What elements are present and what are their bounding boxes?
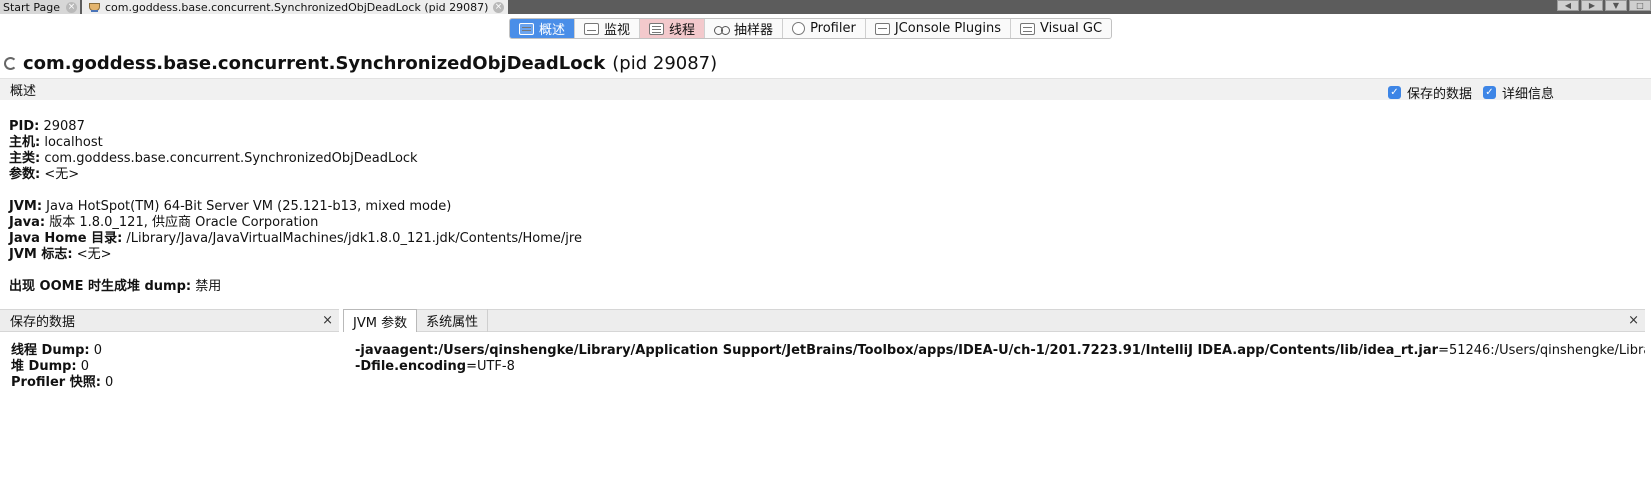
close-icon[interactable]: × bbox=[493, 2, 504, 13]
scroll-left-icon[interactable]: ◀ bbox=[1557, 0, 1579, 11]
tab-label: com.goddess.base.concurrent.Synchronized… bbox=[105, 0, 489, 14]
monitor-icon bbox=[584, 22, 600, 35]
tab-label: Profiler bbox=[810, 21, 856, 36]
info-value: localhost bbox=[40, 135, 103, 150]
tab-start-page[interactable]: Start Page × bbox=[0, 0, 80, 14]
info-value: com.goddess.base.concurrent.Synchronized… bbox=[40, 151, 418, 166]
checkbox-label: 保存的数据 bbox=[1407, 87, 1473, 102]
document-tab-strip: Start Page × com.goddess.base.concurrent… bbox=[0, 0, 1651, 14]
arg-key: -javaagent:/Users/qinshengke/Library/App… bbox=[355, 343, 1439, 358]
jvm-arg-row: -javaagent:/Users/qinshengke/Library/App… bbox=[355, 343, 1645, 359]
saved-data-list: 线程 Dump: 0 堆 Dump: 0 Profiler 快照: 0 bbox=[11, 343, 113, 391]
tab-label: Visual GC bbox=[1039, 21, 1103, 36]
info-value: <无> bbox=[40, 167, 80, 182]
view-toolbar: 概述 监视 线程 抽样器 Profiler JConsole Plugins V… bbox=[509, 18, 1113, 39]
tab-sampler[interactable]: 抽样器 bbox=[705, 19, 784, 38]
close-icon[interactable]: × bbox=[322, 313, 333, 328]
info-value: 29087 bbox=[39, 119, 85, 134]
row-label: 堆 Dump: bbox=[11, 359, 77, 374]
saved-data-pane-header: 保存的数据 × bbox=[0, 309, 339, 332]
info-value: 禁用 bbox=[191, 279, 222, 294]
tab-visual-gc[interactable]: Visual GC bbox=[1011, 19, 1111, 38]
section-label: 概述 bbox=[10, 84, 37, 99]
info-label: JVM: bbox=[9, 199, 43, 214]
info-row-args: 参数: <无> bbox=[9, 167, 582, 183]
details-checkbox[interactable]: ✓ 详细信息 bbox=[1483, 83, 1554, 102]
info-label: 主类: bbox=[9, 151, 41, 166]
tab-label: 概述 bbox=[539, 23, 566, 38]
thread-dump-row: 线程 Dump: 0 bbox=[11, 343, 113, 359]
overview-section-bar: 概述 ✓ 保存的数据 ✓ 详细信息 bbox=[0, 78, 1651, 102]
loading-spinner-icon bbox=[4, 56, 17, 70]
info-row-host: 主机: localhost bbox=[9, 135, 582, 151]
pid-text: (pid 29087) bbox=[612, 52, 718, 74]
info-row-main-class: 主类: com.goddess.base.concurrent.Synchron… bbox=[9, 151, 582, 167]
info-label: Java Home 目录: bbox=[9, 231, 123, 246]
pane-title: 保存的数据 bbox=[10, 315, 76, 330]
close-icon[interactable]: × bbox=[1628, 313, 1639, 328]
info-value: Java HotSpot(TM) 64-Bit Server VM (25.12… bbox=[42, 199, 452, 214]
stopwatch-icon bbox=[792, 22, 806, 35]
info-label: 主机: bbox=[9, 135, 41, 150]
info-label: JVM 标志: bbox=[9, 247, 73, 262]
info-value: /Library/Java/JavaVirtualMachines/jdk1.8… bbox=[122, 231, 582, 246]
heap-dump-row: 堆 Dump: 0 bbox=[11, 359, 113, 375]
overview-icon bbox=[519, 22, 534, 35]
arg-value: =51246:/Users/qinshengke/Library/A bbox=[1438, 343, 1645, 358]
tab-system-properties[interactable]: 系统属性 bbox=[417, 309, 489, 332]
profiler-snapshot-row: Profiler 快照: 0 bbox=[11, 375, 113, 391]
threads-icon bbox=[649, 22, 665, 35]
jconsole-icon bbox=[874, 22, 890, 35]
close-icon[interactable]: × bbox=[66, 2, 77, 13]
tab-label: 抽样器 bbox=[734, 23, 774, 38]
info-label: 参数: bbox=[9, 167, 41, 182]
dropdown-icon[interactable]: ▼ bbox=[1605, 0, 1627, 11]
jvm-arg-row: -Dfile.encoding=UTF-8 bbox=[355, 359, 1645, 375]
info-row-jvm-flags: JVM 标志: <无> bbox=[9, 247, 582, 263]
row-value: 0 bbox=[100, 375, 114, 390]
arg-value: =UTF-8 bbox=[466, 359, 515, 374]
tab-label: 线程 bbox=[669, 23, 696, 38]
row-label: 线程 Dump: bbox=[11, 343, 90, 358]
jvm-args-list: -javaagent:/Users/qinshengke/Library/App… bbox=[355, 343, 1645, 375]
saved-data-checkbox[interactable]: ✓ 保存的数据 bbox=[1388, 83, 1472, 102]
info-value: 版本 1.8.0_121, 供应商 Oracle Corporation bbox=[45, 215, 319, 230]
tab-label: 监视 bbox=[604, 23, 631, 38]
info-row-pid: PID: 29087 bbox=[9, 119, 582, 135]
tab-threads[interactable]: 线程 bbox=[640, 19, 706, 38]
tab-monitor[interactable]: 监视 bbox=[575, 19, 641, 38]
visual-gc-icon bbox=[1019, 22, 1035, 35]
info-row-java: Java: 版本 1.8.0_121, 供应商 Oracle Corporati… bbox=[9, 215, 582, 231]
sampler-icon bbox=[714, 23, 731, 35]
maximize-icon[interactable]: □ bbox=[1629, 0, 1651, 11]
arg-key: -Dfile.encoding bbox=[355, 359, 467, 374]
info-value: <无> bbox=[72, 247, 112, 262]
info-label: Java: bbox=[9, 215, 46, 230]
info-row-jvm: JVM: Java HotSpot(TM) 64-Bit Server VM (… bbox=[9, 199, 582, 215]
tab-overview[interactable]: 概述 bbox=[510, 19, 576, 38]
row-label: Profiler 快照: bbox=[11, 375, 101, 390]
tab-application[interactable]: com.goddess.base.concurrent.Synchronized… bbox=[82, 0, 508, 14]
checkbox-checked-icon[interactable]: ✓ bbox=[1388, 86, 1401, 99]
checkbox-label: 详细信息 bbox=[1502, 87, 1555, 102]
info-row-oome: 出现 OOME 时生成堆 dump: 禁用 bbox=[9, 279, 582, 295]
tab-jvm-args[interactable]: JVM 参数 bbox=[343, 309, 418, 332]
java-cup-icon bbox=[88, 2, 100, 13]
tab-label: Start Page bbox=[3, 0, 60, 14]
scroll-right-icon[interactable]: ▶ bbox=[1581, 0, 1603, 11]
page-title: com.goddess.base.concurrent.Synchronized… bbox=[4, 51, 717, 75]
window-controls: ◀ ▶ ▼ □ bbox=[1557, 0, 1651, 14]
tab-profiler[interactable]: Profiler bbox=[783, 19, 866, 38]
info-label: 出现 OOME 时生成堆 dump: bbox=[9, 279, 192, 294]
checkbox-checked-icon[interactable]: ✓ bbox=[1483, 86, 1496, 99]
info-row-java-home: Java Home 目录: /Library/Java/JavaVirtualM… bbox=[9, 231, 582, 247]
jvm-info: PID: 29087 主机: localhost 主类: com.goddess… bbox=[9, 119, 582, 295]
row-value: 0 bbox=[89, 343, 103, 358]
main-class-name: com.goddess.base.concurrent.Synchronized… bbox=[23, 52, 606, 74]
info-label: PID: bbox=[9, 119, 40, 134]
tab-jconsole-plugins[interactable]: JConsole Plugins bbox=[866, 19, 1011, 38]
row-value: 0 bbox=[76, 359, 90, 374]
jvm-args-pane-header: JVM 参数 系统属性 × bbox=[343, 309, 1645, 332]
tab-label: JConsole Plugins bbox=[894, 21, 1001, 36]
